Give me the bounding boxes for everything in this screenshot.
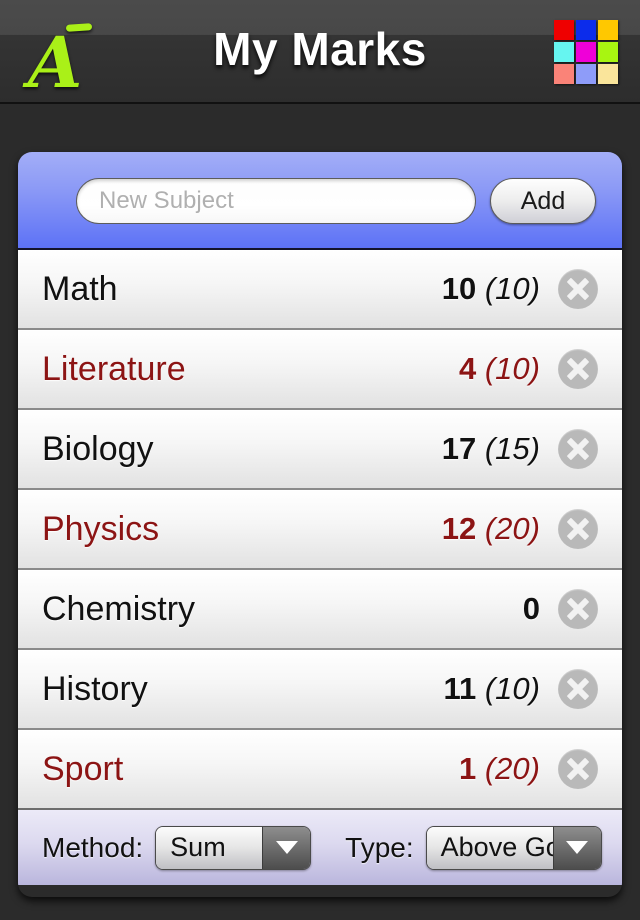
table-row[interactable]: Literature 4 (10) (18, 330, 622, 410)
subject-score: 0 (523, 591, 540, 627)
subject-name: Literature (42, 349, 186, 388)
table-row[interactable]: Biology 17 (15) (18, 410, 622, 490)
subject-list: Math 10 (10) Literature 4 (10) Biology 17 (15… (18, 250, 622, 810)
chevron-down-icon[interactable] (262, 826, 311, 869)
navigation-bar: A My Marks (0, 0, 640, 104)
add-button[interactable]: Add (490, 178, 596, 224)
color-swatch-6[interactable] (598, 42, 618, 62)
score-value: 4 (458, 351, 477, 386)
score-goal: (20) (484, 511, 540, 546)
subject-name: Math (42, 269, 118, 308)
delete-circle-x-icon[interactable] (558, 589, 598, 629)
score-goal: (10) (484, 671, 540, 706)
options-bar: Method: Sum Type: Above Goal (18, 810, 622, 885)
main-card: Add Math10 (10)Literature4 (10)Biology17… (18, 152, 622, 897)
delete-circle-x-icon[interactable] (558, 269, 598, 309)
color-swatch-8[interactable] (576, 64, 596, 84)
color-palette-grid-icon[interactable] (554, 20, 622, 86)
type-label: Type: (345, 831, 414, 863)
add-subject-bar: Add (18, 152, 622, 250)
delete-circle-x-icon[interactable] (558, 429, 598, 469)
subject-name: History (42, 669, 148, 708)
subject-score: 11 (10) (443, 671, 540, 707)
table-row[interactable]: Physics 12 (20) (18, 490, 622, 570)
color-swatch-5[interactable] (576, 42, 596, 62)
method-label: Method: (42, 831, 144, 863)
subject-name: Sport (42, 749, 124, 788)
new-subject-input[interactable] (76, 178, 476, 224)
delete-circle-x-icon[interactable] (558, 749, 598, 789)
method-value: Sum (156, 826, 263, 869)
color-swatch-3[interactable] (598, 20, 618, 40)
type-dropdown[interactable]: Above Goal (425, 825, 602, 870)
method-dropdown[interactable]: Sum (155, 825, 312, 870)
color-swatch-2[interactable] (576, 20, 596, 40)
chevron-down-icon[interactable] (552, 826, 601, 869)
score-goal: (20) (484, 751, 540, 786)
table-row[interactable]: Chemistry 0 (18, 570, 622, 650)
type-value: Above Goal (426, 826, 582, 869)
color-swatch-1[interactable] (554, 20, 574, 40)
score-goal: (15) (484, 431, 540, 466)
score-goal: (10) (484, 351, 540, 386)
delete-circle-x-icon[interactable] (558, 669, 598, 709)
subject-score: 4 (10) (459, 351, 540, 387)
table-row[interactable]: Math 10 (10) (18, 250, 622, 330)
color-swatch-7[interactable] (554, 64, 574, 84)
score-value: 11 (443, 671, 477, 706)
subject-score: 10 (10) (442, 271, 540, 307)
color-swatch-4[interactable] (554, 42, 574, 62)
delete-circle-x-icon[interactable] (558, 509, 598, 549)
subject-name: Chemistry (42, 589, 196, 628)
table-row[interactable]: History 11 (10) (18, 650, 622, 730)
score-value: 12 (441, 511, 477, 546)
score-goal: (10) (484, 271, 540, 306)
table-row[interactable]: Sport 1 (20) (18, 730, 622, 810)
subject-score: 1 (20) (459, 751, 540, 787)
score-value: 0 (522, 591, 540, 626)
subject-score: 12 (20) (442, 511, 540, 547)
subject-score: 17 (15) (442, 431, 540, 467)
score-value: 1 (458, 751, 477, 786)
page-title: My Marks (213, 23, 427, 75)
score-value: 10 (441, 271, 477, 306)
subject-name: Physics (42, 509, 160, 548)
delete-circle-x-icon[interactable] (558, 349, 598, 389)
score-value: 17 (441, 431, 477, 466)
subject-name: Biology (42, 429, 154, 468)
color-swatch-9[interactable] (598, 64, 618, 84)
